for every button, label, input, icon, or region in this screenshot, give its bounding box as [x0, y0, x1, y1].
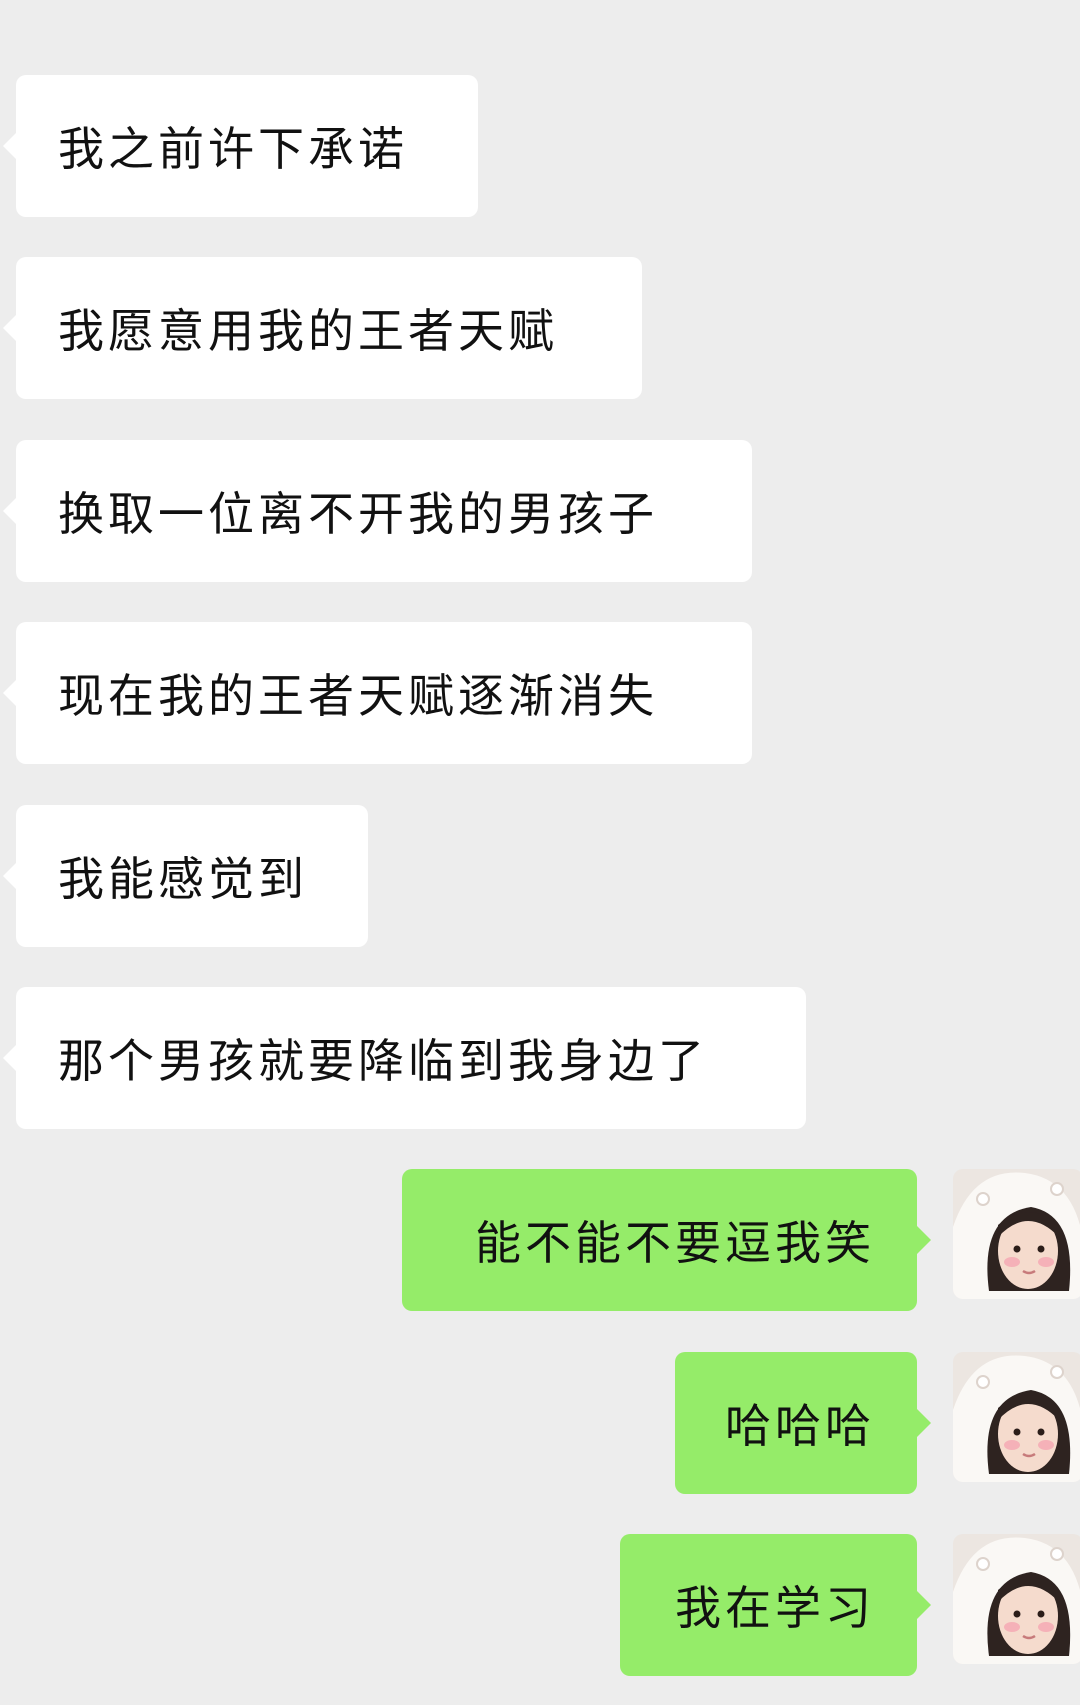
message-text: 哈哈哈 [725, 1399, 875, 1453]
chat-message-list: 我之前许下承诺 我愿意用我的王者天赋 换取一位离不开我的男孩子 现在我的王者天赋… [0, 0, 1080, 1705]
avatar-image [953, 1169, 1080, 1299]
incoming-message-bubble[interactable]: 现在我的王者天赋逐渐消失 [3, 622, 752, 764]
message-text: 我能感觉到 [58, 852, 308, 906]
outgoing-message-bubble[interactable]: 哈哈哈 [675, 1352, 931, 1494]
incoming-message-bubble[interactable]: 我愿意用我的王者天赋 [3, 257, 642, 399]
incoming-message-bubble[interactable]: 我能感觉到 [3, 805, 368, 947]
message-text: 那个男孩就要降临到我身边了 [58, 1034, 708, 1088]
message-text: 能不能不要逗我笑 [475, 1216, 875, 1270]
avatar-image [953, 1534, 1080, 1664]
message-text: 我愿意用我的王者天赋 [58, 304, 558, 358]
message-text: 换取一位离不开我的男孩子 [58, 487, 658, 541]
incoming-message-bubble[interactable]: 我之前许下承诺 [3, 75, 478, 217]
message-text: 现在我的王者天赋逐渐消失 [58, 669, 658, 723]
incoming-message-bubble[interactable]: 换取一位离不开我的男孩子 [3, 440, 752, 582]
outgoing-message-bubble[interactable]: 我在学习 [620, 1534, 931, 1676]
incoming-message-bubble[interactable]: 那个男孩就要降临到我身边了 [3, 987, 806, 1129]
user-avatar-icon[interactable] [953, 1352, 1080, 1482]
outgoing-message-bubble[interactable]: 能不能不要逗我笑 [402, 1169, 931, 1311]
user-avatar-icon[interactable] [953, 1169, 1080, 1299]
message-text: 我在学习 [675, 1581, 875, 1635]
message-text: 我之前许下承诺 [58, 122, 408, 176]
user-avatar-icon[interactable] [953, 1534, 1080, 1664]
avatar-image [953, 1352, 1080, 1482]
